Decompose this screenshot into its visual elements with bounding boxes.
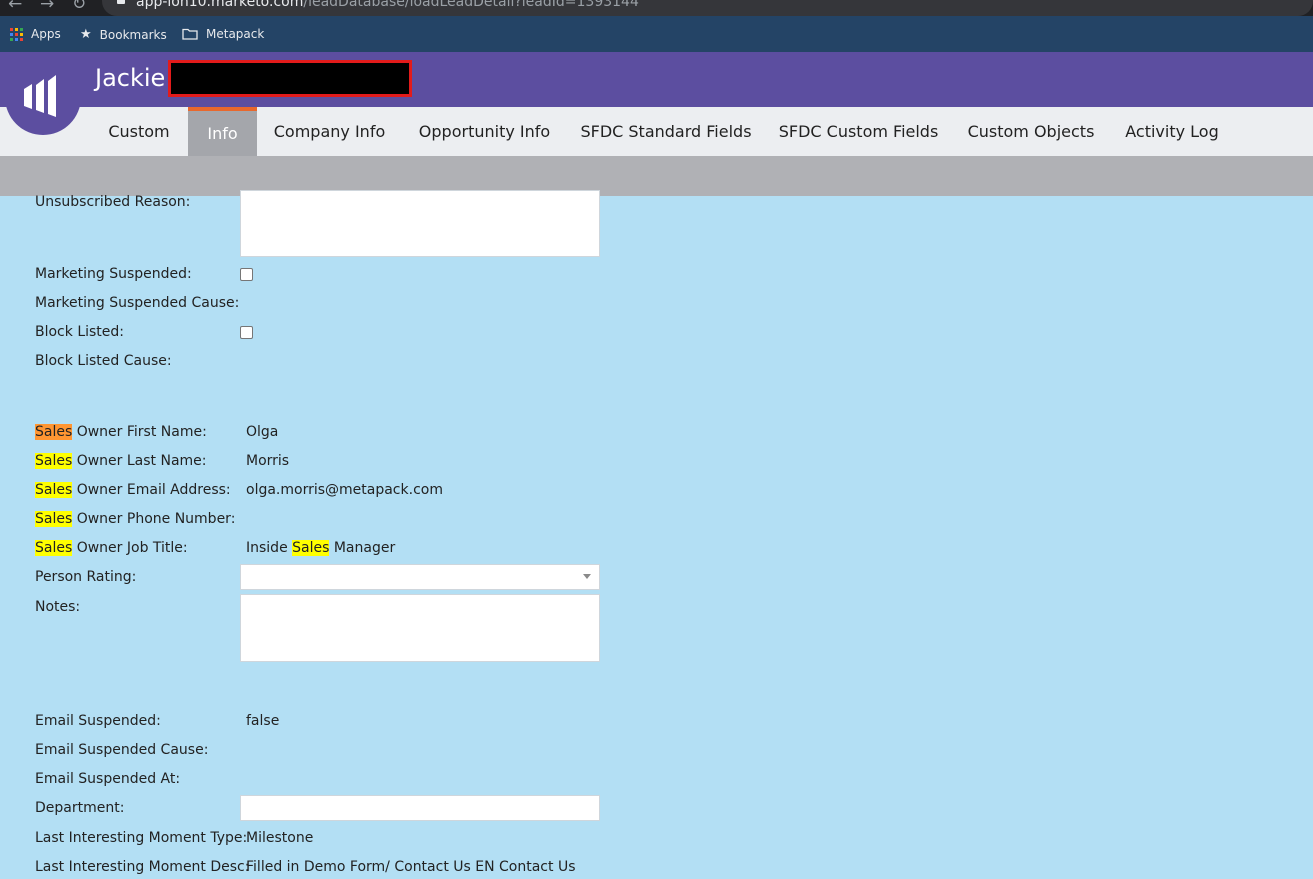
url-host: app-lon10.marketo.com bbox=[136, 0, 304, 10]
chevron-down-icon bbox=[583, 574, 591, 579]
sales-owner-job-title-label: Sales Owner Job Title: bbox=[35, 540, 188, 556]
marketo-logo[interactable] bbox=[5, 55, 81, 135]
sales-owner-last-name-value: Morris bbox=[246, 453, 290, 469]
label-text: Owner First Name: bbox=[72, 424, 207, 440]
bookmark-label: Apps bbox=[31, 27, 61, 41]
lock-icon bbox=[117, 0, 125, 4]
department-label: Department: bbox=[35, 800, 125, 816]
tab-custom-objects[interactable]: Custom Objects bbox=[952, 107, 1110, 156]
value-text: Manager bbox=[329, 540, 396, 556]
last-interesting-moment-type-value: Milestone bbox=[246, 830, 314, 846]
url-path: /leadDatabase/loadLeadDetail?leadId=1393… bbox=[303, 0, 639, 10]
lead-name: Jackie bbox=[95, 64, 166, 92]
tab-activity-log[interactable]: Activity Log bbox=[1110, 107, 1234, 156]
reload-icon[interactable]: ↻ bbox=[72, 0, 86, 14]
block-listed-checkbox[interactable] bbox=[240, 326, 253, 339]
email-suspended-at-label: Email Suspended At: bbox=[35, 771, 181, 787]
email-suspended-value: false bbox=[246, 713, 280, 729]
unsubscribed-reason-textarea[interactable] bbox=[240, 190, 600, 257]
value-text: Inside bbox=[246, 540, 293, 556]
sales-owner-first-name-label: Sales Owner First Name: bbox=[35, 424, 207, 440]
sales-owner-email-value: olga.morris@metapack.com bbox=[246, 482, 443, 498]
forward-arrow-icon[interactable]: → bbox=[40, 0, 54, 14]
email-suspended-cause-label: Email Suspended Cause: bbox=[35, 742, 209, 758]
sales-owner-last-name-label: Sales Owner Last Name: bbox=[35, 453, 207, 469]
star-icon: ★ bbox=[80, 27, 92, 42]
label-text: Owner Job Title: bbox=[72, 540, 188, 556]
tab-company-info[interactable]: Company Info bbox=[257, 107, 402, 156]
block-listed-label: Block Listed: bbox=[35, 324, 125, 340]
department-input[interactable] bbox=[240, 795, 600, 821]
search-highlight: Sales bbox=[35, 482, 73, 498]
marketing-suspended-cause-label: Marketing Suspended Cause: bbox=[35, 295, 240, 311]
apps-grid-icon bbox=[10, 27, 23, 41]
last-interesting-moment-type-label: Last Interesting Moment Type: bbox=[35, 830, 248, 846]
notes-textarea[interactable] bbox=[240, 594, 600, 662]
search-highlight-current: Sales bbox=[35, 424, 73, 440]
sales-owner-email-label: Sales Owner Email Address: bbox=[35, 482, 231, 498]
sales-owner-job-title-value: Inside Sales Manager bbox=[246, 540, 395, 556]
tab-custom[interactable]: Custom bbox=[90, 107, 188, 156]
tab-opportunity-info[interactable]: Opportunity Info bbox=[402, 107, 567, 156]
person-rating-label: Person Rating: bbox=[35, 569, 137, 585]
email-suspended-label: Email Suspended: bbox=[35, 713, 161, 729]
marketing-suspended-label: Marketing Suspended: bbox=[35, 266, 192, 282]
label-text: Owner Phone Number: bbox=[72, 511, 236, 527]
tab-bar: Custom Info Company Info Opportunity Inf… bbox=[0, 107, 1313, 156]
tab-sfdc-standard-fields[interactable]: SFDC Standard Fields bbox=[567, 107, 765, 156]
bookmark-apps[interactable]: Apps bbox=[10, 27, 61, 41]
bookmark-bookmarks[interactable]: ★ Bookmarks bbox=[80, 27, 167, 42]
label-text: Owner Email Address: bbox=[72, 482, 231, 498]
sales-owner-phone-label: Sales Owner Phone Number: bbox=[35, 511, 235, 527]
search-highlight: Sales bbox=[35, 453, 73, 469]
bookmarks-bar: Apps ★ Bookmarks Metapack bbox=[0, 16, 1313, 52]
folder-icon bbox=[182, 28, 198, 40]
bookmark-metapack[interactable]: Metapack bbox=[182, 27, 264, 41]
marketo-logo-icon bbox=[24, 75, 56, 117]
last-interesting-moment-desc-label: Last Interesting Moment Desc: bbox=[35, 859, 250, 875]
redacted-surname bbox=[168, 60, 412, 97]
url-text[interactable]: app-lon10.marketo.com/leadDatabase/loadL… bbox=[136, 0, 639, 10]
person-rating-select[interactable] bbox=[240, 564, 600, 590]
search-highlight: Sales bbox=[292, 540, 330, 556]
label-text: Owner Last Name: bbox=[72, 453, 207, 469]
browser-toolbar: ← → ↻ app-lon10.marketo.com/leadDatabase… bbox=[0, 0, 1313, 16]
sales-owner-first-name-value: Olga bbox=[246, 424, 279, 440]
toolbar-strip bbox=[0, 156, 1313, 196]
bookmark-label: Bookmarks bbox=[99, 27, 167, 42]
bookmark-label: Metapack bbox=[206, 27, 265, 41]
search-highlight: Sales bbox=[35, 540, 73, 556]
search-highlight: Sales bbox=[35, 511, 73, 527]
back-arrow-icon[interactable]: ← bbox=[8, 0, 22, 14]
last-interesting-moment-desc-value: Filled in Demo Form/ Contact Us EN Conta… bbox=[246, 859, 576, 875]
tab-sfdc-custom-fields[interactable]: SFDC Custom Fields bbox=[765, 107, 952, 156]
tab-info[interactable]: Info bbox=[188, 107, 257, 156]
notes-label: Notes: bbox=[35, 599, 81, 615]
unsubscribed-reason-label: Unsubscribed Reason: bbox=[35, 194, 191, 210]
block-listed-cause-label: Block Listed Cause: bbox=[35, 353, 172, 369]
marketing-suspended-checkbox[interactable] bbox=[240, 268, 253, 281]
